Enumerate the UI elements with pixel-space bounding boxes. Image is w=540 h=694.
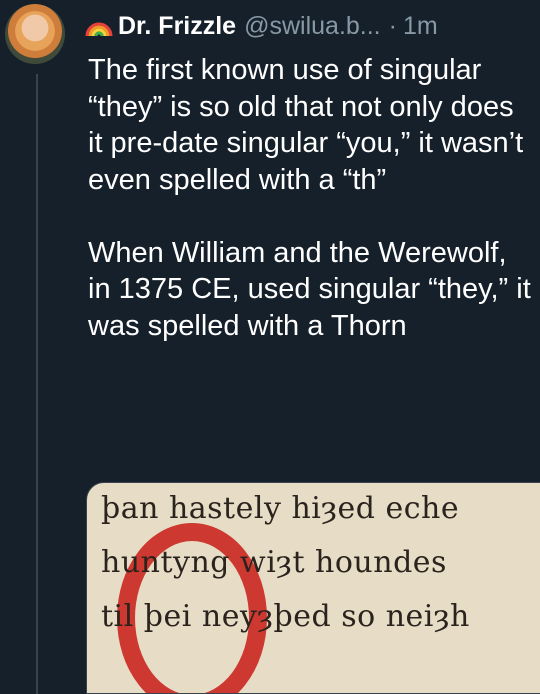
tweet-header: Dr. Frizzle @swilua.b... · 1m xyxy=(85,8,534,44)
separator-dot: · xyxy=(388,11,397,40)
tweet-paragraph: When William and the Werewolf, in 1375 C… xyxy=(88,236,531,342)
rainbow-icon xyxy=(85,22,113,37)
manuscript-line: til þei neyȝþed so neiȝh xyxy=(101,599,470,634)
manuscript-line: huntyng wiȝt houndes xyxy=(101,545,447,580)
avatar[interactable] xyxy=(5,4,65,64)
author-name[interactable]: Dr. Frizzle xyxy=(118,12,236,41)
tweet-image[interactable]: þan hastely hiȝed eche huntyng wiȝt houn… xyxy=(86,482,540,694)
timestamp[interactable]: 1m xyxy=(403,12,438,41)
manuscript-line: þan hastely hiȝed eche xyxy=(101,491,460,526)
tweet-text: The first known use of singular “they” i… xyxy=(88,52,533,344)
tweet-paragraph: The first known use of singular “they” i… xyxy=(88,54,524,196)
author-handle[interactable]: @swilua.b... xyxy=(244,12,381,41)
thread-line xyxy=(36,74,38,694)
